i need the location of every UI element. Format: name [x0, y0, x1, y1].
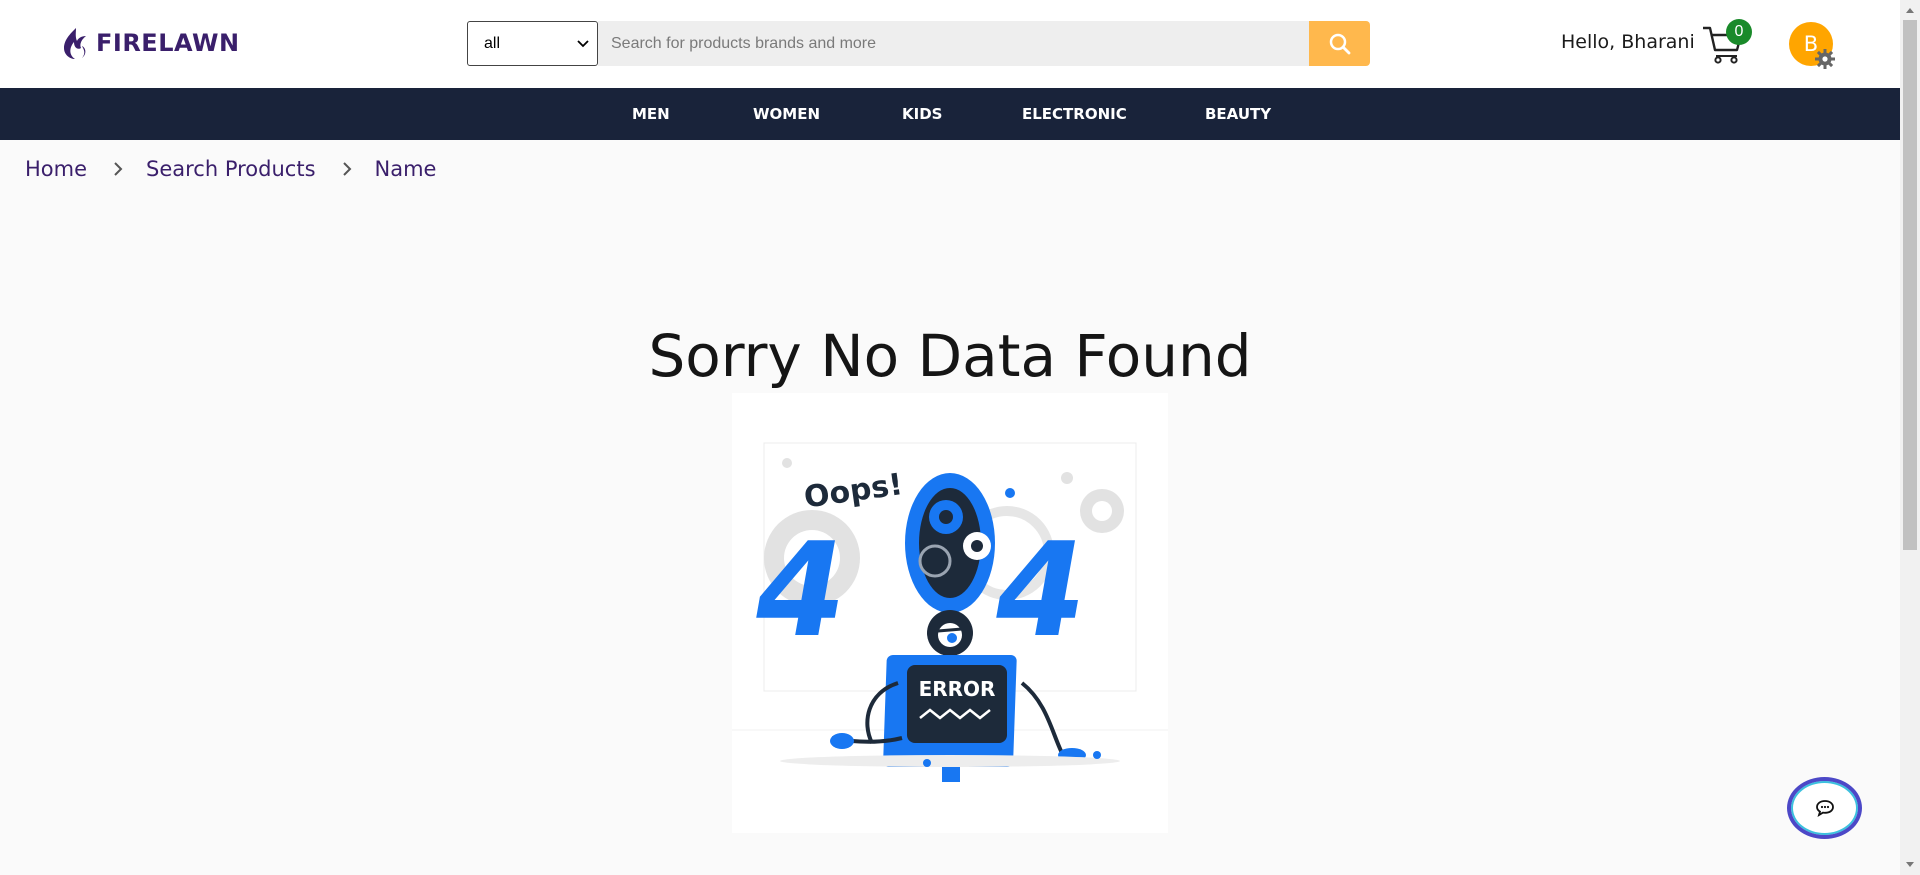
oops-text: Oops! — [802, 467, 905, 515]
gear-icon[interactable] — [1814, 48, 1836, 70]
breadcrumb-search-products[interactable]: Search Products — [146, 157, 316, 181]
category-nav: MEN WOMEN KIDS ELECTRONIC BEAUTY — [0, 88, 1900, 140]
cart-count-badge: 0 — [1726, 19, 1752, 45]
scroll-down-arrow-icon[interactable] — [1900, 857, 1920, 873]
chat-button[interactable] — [1787, 777, 1862, 839]
search-bar: all — [467, 21, 1370, 66]
breadcrumb: Home Search Products Name — [25, 157, 436, 181]
nav-item-women[interactable]: WOMEN — [753, 88, 820, 140]
error-text: ERROR — [919, 677, 996, 701]
error-404-illustration-art: Oops! 4 4 ERROR — [732, 442, 1168, 782]
chevron-right-icon — [342, 162, 351, 176]
category-select[interactable]: all — [467, 21, 598, 66]
brand-logo[interactable]: FIRELAWN — [60, 26, 240, 60]
nav-item-electronic[interactable]: ELECTRONIC — [1022, 88, 1127, 140]
nav-item-beauty[interactable]: BEAUTY — [1205, 88, 1271, 140]
scrollbar-thumb[interactable] — [1903, 20, 1917, 550]
page-scrollbar[interactable] — [1900, 0, 1920, 875]
search-button[interactable] — [1309, 21, 1370, 66]
nav-item-kids[interactable]: KIDS — [902, 88, 942, 140]
chevron-right-icon — [114, 162, 123, 176]
scroll-up-arrow-icon[interactable] — [1900, 2, 1920, 18]
chat-bubble-icon — [1815, 800, 1834, 817]
brand-name: FIRELAWN — [96, 29, 240, 57]
breadcrumb-name[interactable]: Name — [375, 157, 437, 181]
nav-item-men[interactable]: MEN — [632, 88, 670, 140]
site-header: FIRELAWN all Hello, Bharani 0 B — [0, 0, 1900, 88]
search-input[interactable] — [598, 21, 1309, 66]
digit-left: 4 — [742, 514, 859, 666]
error-404-illustration: Oops! 4 4 ERROR — [732, 393, 1168, 833]
no-data-title: Sorry No Data Found — [648, 322, 1252, 390]
breadcrumb-home[interactable]: Home — [25, 157, 87, 181]
user-greeting[interactable]: Hello, Bharani — [1561, 31, 1695, 53]
search-icon — [1329, 33, 1350, 54]
chevron-down-icon — [577, 39, 589, 47]
category-select-value: all — [484, 34, 501, 52]
digit-right: 4 — [982, 514, 1099, 666]
firelawn-logo-icon — [64, 28, 86, 59]
